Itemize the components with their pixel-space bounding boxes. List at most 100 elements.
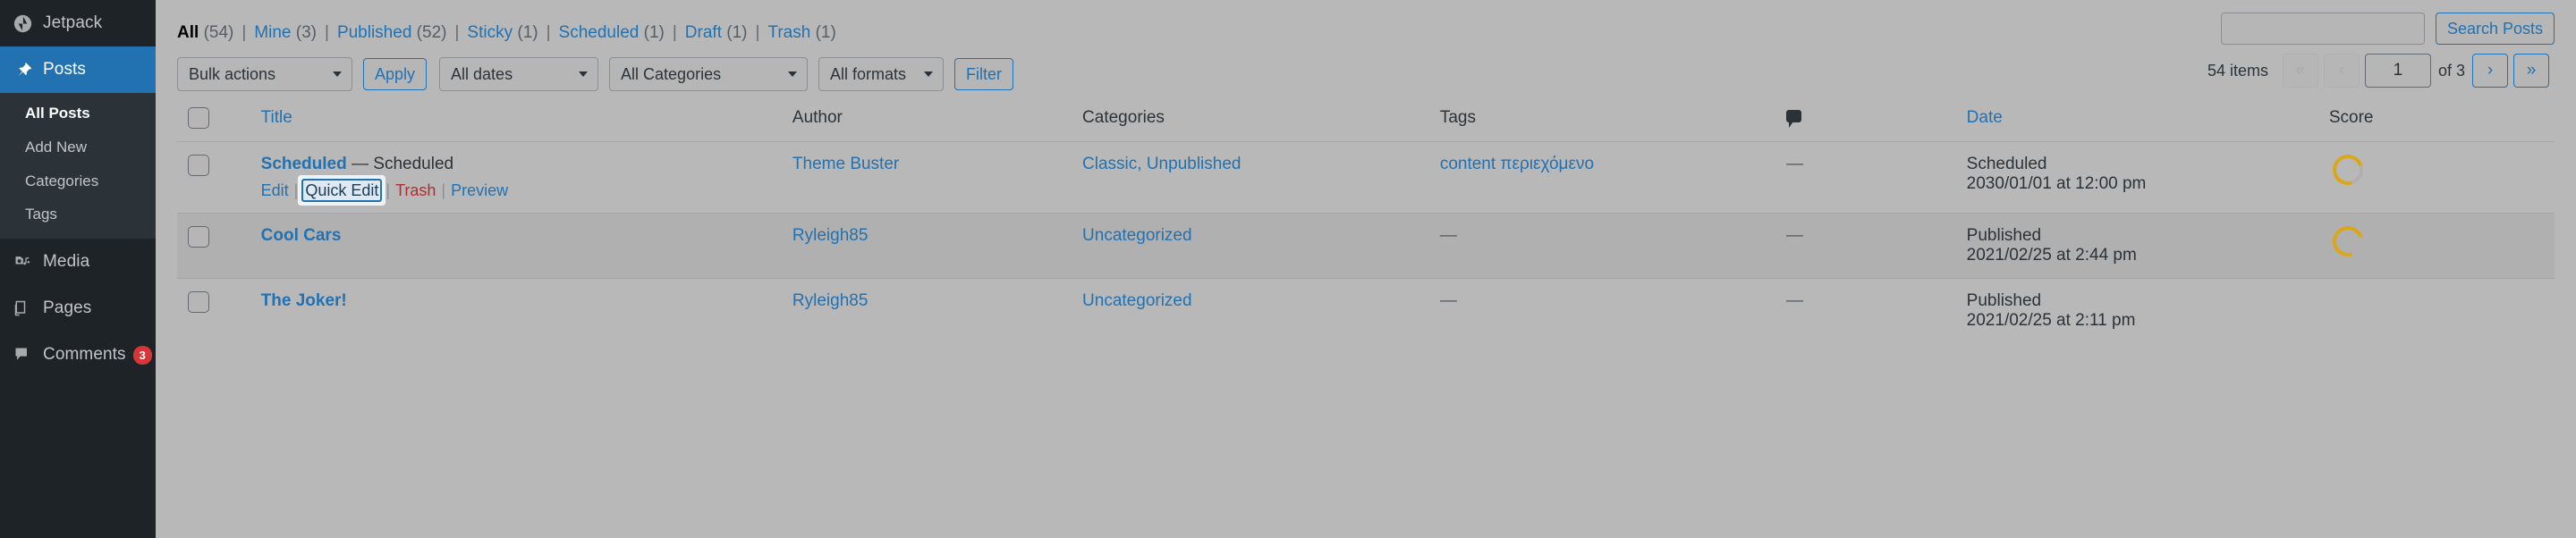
row-author-cell: Ryleigh85 (792, 212, 1083, 278)
next-page-button[interactable]: › (2472, 54, 2508, 88)
date-filter-select[interactable]: All dates (439, 57, 599, 91)
filter-button[interactable]: Filter (954, 58, 1014, 90)
view-published[interactable]: Published (52) (337, 23, 447, 43)
view-scheduled[interactable]: Scheduled (1) (559, 23, 665, 43)
view-trash[interactable]: Trash (1) (767, 23, 835, 43)
bulk-actions-select[interactable]: Bulk actions (177, 57, 352, 91)
view-draft[interactable]: Draft (1) (685, 23, 748, 43)
row-score-cell (2326, 140, 2555, 213)
row-score-cell (2328, 277, 2555, 343)
post-tags-link[interactable]: content περιεχόμενο (1440, 155, 1594, 173)
sidebar-item-posts[interactable]: Posts (0, 46, 156, 93)
row-categories-cell: Classic, Unpublished (1082, 140, 1440, 213)
view-scheduled-count: (1) (643, 23, 665, 42)
post-comments-count: — (1785, 225, 1803, 245)
table-head: Title Author Categories Tags Date Score (177, 95, 2555, 141)
chevron-down-icon (579, 71, 589, 77)
post-categories-link[interactable]: Uncategorized (1082, 226, 1192, 245)
sidebar-subitem-label: Add New (25, 138, 87, 156)
post-comments-count: — (1785, 154, 1803, 173)
view-all[interactable]: All (54) (177, 23, 233, 43)
column-label-score: Score (2328, 107, 2374, 127)
column-header-score: Score (2329, 95, 2555, 141)
chevron-down-icon (924, 71, 934, 77)
row-action-edit[interactable]: Edit (261, 181, 289, 199)
bulk-actions-label: Bulk actions (189, 64, 276, 83)
score-donut-icon (2326, 220, 2368, 262)
column-header-author: Author (792, 95, 1082, 141)
sidebar-item-comments[interactable]: Comments 3 (0, 332, 156, 378)
search-input[interactable] (2220, 13, 2425, 45)
row-tags-cell: — (1439, 212, 1786, 278)
post-categories-link[interactable]: Uncategorized (1082, 291, 1192, 310)
row-date-cell: Published 2021/02/25 at 2:11 pm (1966, 277, 2329, 343)
view-mine-count: (3) (295, 23, 317, 42)
view-trash-link[interactable]: Trash (767, 23, 810, 42)
row-select-checkbox[interactable] (188, 154, 209, 176)
view-scheduled-link[interactable]: Scheduled (559, 23, 640, 42)
post-status-filter-links: All (54) | Mine (3) | Published (52) | S… (177, 0, 2555, 43)
view-published-link[interactable]: Published (337, 23, 411, 42)
format-filter-select[interactable]: All formats (818, 57, 945, 91)
row-title-cell: The Joker! (260, 277, 792, 343)
chevron-down-icon (788, 71, 798, 77)
select-all-checkbox[interactable] (188, 106, 209, 129)
sort-date-link[interactable]: Date (1967, 108, 2003, 127)
post-title-link[interactable]: The Joker! (261, 291, 347, 310)
row-action-quick-edit[interactable]: Quick Edit (301, 178, 383, 202)
score-donut-icon (2326, 148, 2368, 190)
view-separator: | (546, 23, 551, 42)
column-header-title[interactable]: Title (261, 95, 792, 141)
post-date-status: Scheduled (1966, 154, 2047, 173)
sidebar-item-media[interactable]: Media (0, 239, 156, 285)
view-all-link[interactable]: All (177, 23, 199, 42)
post-comments-count: — (1785, 290, 1803, 310)
prev-page-button[interactable]: ‹ (2323, 54, 2360, 88)
category-filter-select[interactable]: All Categories (609, 57, 809, 91)
post-categories-link[interactable]: Classic, Unpublished (1082, 155, 1241, 173)
post-author-link[interactable]: Ryleigh85 (792, 291, 869, 310)
last-page-button[interactable]: » (2513, 54, 2549, 88)
sidebar-subitem-label: Tags (25, 206, 57, 223)
view-draft-count: (1) (726, 23, 748, 42)
row-categories-cell: Uncategorized (1082, 277, 1440, 343)
sidebar-item-pages[interactable]: Pages (0, 285, 156, 332)
row-action-trash[interactable]: Trash (395, 181, 436, 199)
view-mine[interactable]: Mine (3) (254, 23, 317, 43)
items-count: 54 items (2207, 61, 2268, 80)
view-sticky-count: (1) (517, 23, 538, 42)
main-content: All (54) | Mine (3) | Published (52) | S… (156, 0, 2576, 538)
sidebar-item-tags[interactable]: Tags (0, 198, 156, 231)
sidebar-item-add-new[interactable]: Add New (0, 130, 156, 164)
view-all-count: (54) (203, 23, 234, 42)
view-draft-link[interactable]: Draft (685, 23, 722, 42)
media-icon (13, 252, 32, 272)
sidebar-item-all-posts[interactable]: All Posts (0, 97, 156, 130)
row-checkbox-cell (177, 140, 261, 213)
post-author-link[interactable]: Theme Buster (792, 155, 899, 173)
column-header-date[interactable]: Date (1967, 95, 2329, 141)
sidebar-item-categories[interactable]: Categories (0, 164, 156, 198)
comments-icon (13, 345, 32, 365)
post-title-link[interactable]: Cool Cars (261, 226, 342, 245)
sidebar-subitem-label: Categories (25, 172, 99, 189)
row-author-cell: Theme Buster (792, 140, 1083, 213)
view-mine-link[interactable]: Mine (254, 23, 291, 42)
sort-title-link[interactable]: Title (261, 108, 292, 127)
post-author-link[interactable]: Ryleigh85 (792, 226, 869, 245)
view-sticky[interactable]: Sticky (1) (467, 23, 538, 43)
apply-button[interactable]: Apply (363, 58, 428, 90)
sidebar-item-label: Jetpack (43, 13, 103, 32)
table-body: Scheduled — Scheduled Edit | Quick Edit | Tr… (177, 140, 2555, 343)
search-posts-button[interactable]: Search Posts (2435, 13, 2555, 45)
view-sticky-link[interactable]: Sticky (467, 23, 513, 42)
sidebar-item-jetpack[interactable]: Jetpack (0, 0, 156, 46)
post-title-link[interactable]: Scheduled (261, 155, 347, 173)
row-action-separator: | (386, 181, 391, 199)
first-page-button[interactable]: « (2282, 54, 2318, 88)
current-page-input[interactable] (2364, 54, 2431, 88)
row-select-checkbox[interactable] (188, 290, 209, 313)
row-action-preview[interactable]: Preview (451, 181, 508, 199)
post-date-value: 2030/01/01 at 12:00 pm (1966, 173, 2147, 193)
row-select-checkbox[interactable] (188, 225, 209, 248)
